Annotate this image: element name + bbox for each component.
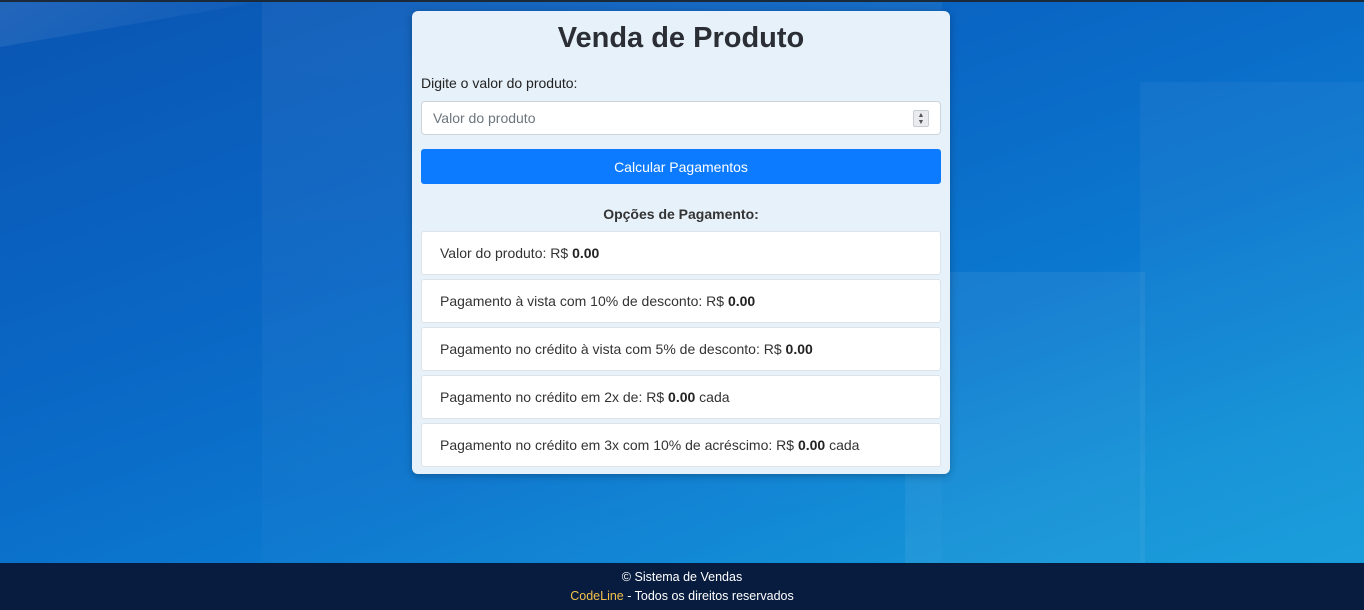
calculate-payments-button[interactable]: Calcular Pagamentos	[421, 149, 941, 184]
currency-symbol: R$	[550, 245, 569, 261]
sale-card: Venda de Produto Digite o valor do produ…	[412, 11, 950, 474]
option-text: Pagamento no crédito à vista com 5% de d…	[440, 341, 760, 357]
page-footer: © Sistema de Vendas CodeLine - Todos os …	[0, 563, 1364, 610]
currency-symbol: R$	[646, 389, 665, 405]
currency-symbol: R$	[706, 293, 725, 309]
payment-options-list: Valor do produto: R$ 0.00 Pagamento à vi…	[421, 231, 941, 467]
background-decoration	[0, 2, 260, 47]
payment-option: Pagamento no crédito à vista com 5% de d…	[421, 327, 941, 371]
option-text: Pagamento no crédito em 3x com 10% de ac…	[440, 437, 773, 453]
option-text: Pagamento à vista com 10% de desconto:	[440, 293, 703, 309]
option-text: Valor do produto:	[440, 245, 547, 261]
number-stepper-icon[interactable]: ▲ ▼	[913, 110, 929, 127]
payment-option: Pagamento à vista com 10% de desconto: R…	[421, 279, 941, 323]
option-text: Pagamento no crédito em 2x de:	[440, 389, 643, 405]
payment-option: Valor do produto: R$ 0.00	[421, 231, 941, 275]
currency-symbol: R$	[776, 437, 795, 453]
footer-copyright: © Sistema de Vendas	[621, 570, 743, 584]
option-suffix: cada	[699, 389, 730, 405]
payment-options-title: Opções de Pagamento:	[603, 206, 759, 222]
payment-option: Pagamento no crédito em 2x de: R$ 0.00 c…	[421, 375, 941, 419]
footer-rights-text: - Todos os direitos reservados	[623, 589, 794, 603]
option-amount: 0.00	[668, 389, 696, 405]
footer-brand: CodeLine	[570, 589, 624, 603]
option-amount: 0.00	[727, 293, 756, 309]
option-amount: 0.00	[797, 437, 826, 453]
payment-option: Pagamento no crédito em 3x com 10% de ac…	[421, 423, 941, 467]
product-value-input[interactable]	[422, 102, 940, 134]
footer-rights: CodeLine - Todos os direitos reservados	[0, 586, 1364, 606]
background-decoration	[1140, 82, 1364, 562]
option-amount: 0.00	[572, 245, 600, 261]
option-amount: 0.00	[785, 341, 813, 357]
page-title: Venda de Produto	[557, 22, 805, 54]
currency-symbol: R$	[763, 341, 782, 357]
value-input-wrapper: ▲▼	[421, 101, 941, 135]
value-label: Digite o valor do produto:	[421, 75, 578, 91]
option-suffix: cada	[829, 437, 860, 453]
